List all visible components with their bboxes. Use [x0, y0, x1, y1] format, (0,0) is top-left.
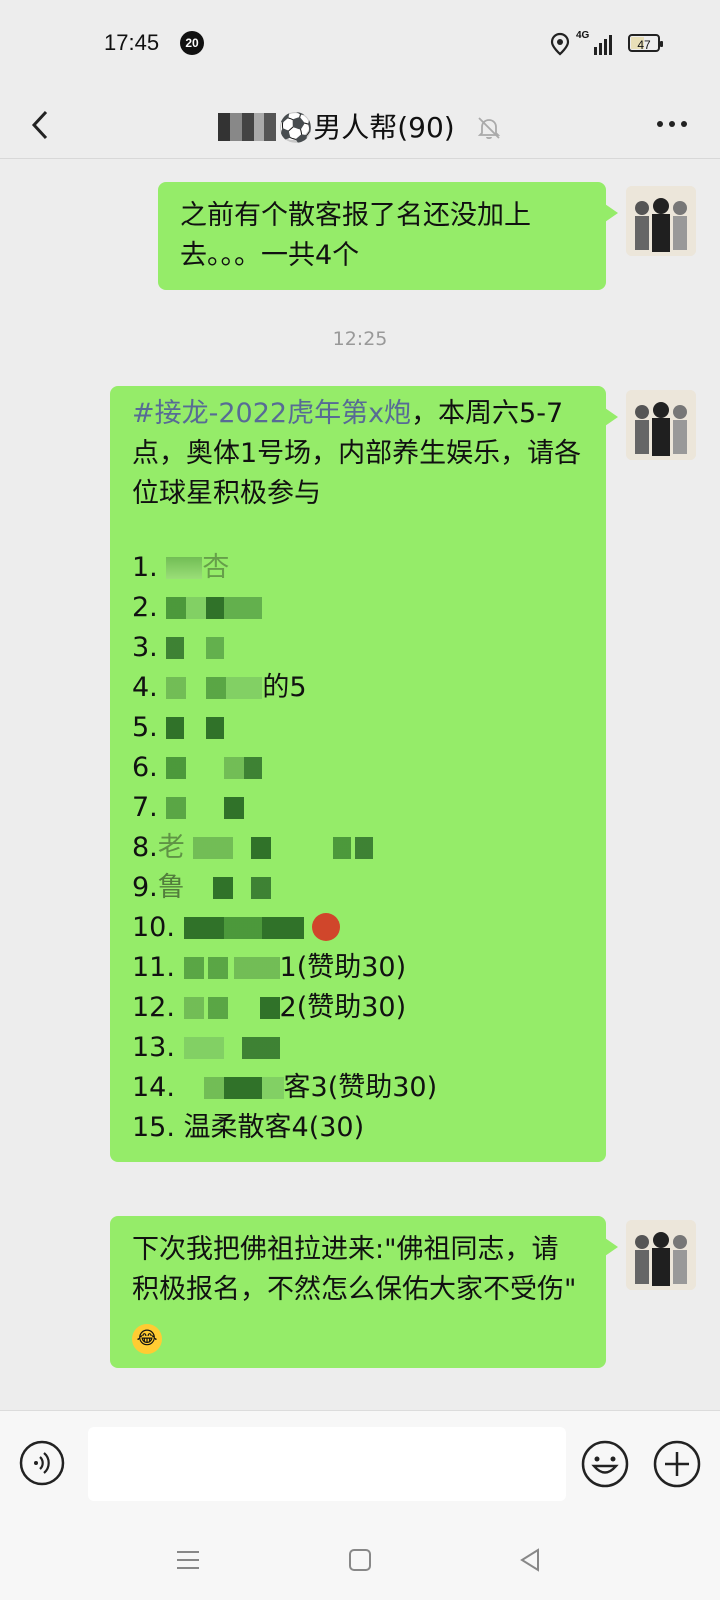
- avatar-photo-icon: [626, 390, 696, 460]
- laugh-cry-emoji-icon: 😂: [132, 1324, 162, 1354]
- emoji-picker-icon[interactable]: [580, 1439, 630, 1489]
- notification-count-badge: 20: [180, 31, 204, 55]
- list-item: 15. 温柔散客4(30): [132, 1112, 365, 1143]
- battery-level: 47: [637, 38, 651, 52]
- list-item: 11. 1(赞助30): [132, 952, 407, 983]
- announcement-text: #接龙-2022虎年第x炮，本周六5-7点，奥体1号场，内部养生娱乐，请各位球星…: [132, 394, 584, 514]
- location-icon: [550, 32, 570, 56]
- message-bubble-3[interactable]: 下次我把佛祖拉进来:"佛祖同志，请积极报名，不然怎么保佑大家不受伤" 😂: [110, 1216, 618, 1368]
- message-text: 之前有个散客报了名还没加上去。。。一共4个: [180, 200, 531, 271]
- list-item: 8.老: [132, 828, 584, 868]
- chat-input-bar: [0, 1410, 720, 1521]
- avatar[interactable]: [626, 186, 696, 256]
- list-item: 10.: [132, 908, 584, 948]
- signup-list: 1. 杏 2. 3. 4. 的5 5. 6. 7. 8.老 9.鲁 10. 11…: [132, 548, 584, 1148]
- hashtag-link[interactable]: #接龙-2022虎年第x炮: [132, 398, 411, 429]
- message-bubble-2[interactable]: #接龙-2022虎年第x炮，本周六5-7点，奥体1号场，内部养生娱乐，请各位球星…: [110, 386, 618, 1162]
- list-item: 14. 客3(赞助30): [132, 1072, 438, 1103]
- list-item: 13.: [132, 1028, 584, 1068]
- list-item: 3.: [132, 628, 584, 668]
- battery-indicator: 47: [628, 34, 663, 52]
- chat-title-wrap: ⚽男人帮(90): [0, 106, 720, 146]
- list-item: 12. 2(赞助30): [132, 992, 407, 1023]
- system-navigation-bar: [0, 1520, 720, 1600]
- menu-icon[interactable]: [174, 1546, 202, 1574]
- status-bar: 17:45 20 4G 47: [0, 0, 720, 90]
- signal-icon: [594, 35, 612, 55]
- more-actions-plus-icon[interactable]: [652, 1439, 702, 1489]
- list-item: 1. 杏: [132, 552, 230, 583]
- message-text: 下次我把佛祖拉进来:"佛祖同志，请积极报名，不然怎么保佑大家不受伤": [132, 1234, 577, 1305]
- message-input[interactable]: [88, 1427, 566, 1501]
- list-item: 2.: [132, 588, 584, 628]
- message-timestamp: 12:25: [332, 328, 388, 350]
- list-item: 4. 的5: [132, 672, 307, 703]
- status-time: 17:45: [104, 30, 160, 55]
- avatar-photo-icon: [626, 1220, 696, 1290]
- list-item: 9.鲁: [132, 868, 584, 908]
- home-icon[interactable]: [346, 1546, 374, 1574]
- avatar-photo-icon: [626, 186, 696, 256]
- list-item: 5.: [132, 708, 584, 748]
- more-options-icon[interactable]: [654, 100, 690, 140]
- back-triangle-icon[interactable]: [516, 1546, 544, 1574]
- chat-title: ⚽男人帮(90): [278, 111, 455, 144]
- message-bubble-1[interactable]: 之前有个散客报了名还没加上去。。。一共4个: [158, 182, 618, 290]
- list-item: 7.: [132, 788, 584, 828]
- header-divider: [0, 158, 720, 159]
- avatar[interactable]: [626, 390, 696, 460]
- list-item: 6.: [132, 748, 584, 788]
- pig-emoji-icon: [312, 913, 341, 941]
- title-redacted-block: [218, 113, 277, 141]
- voice-input-icon[interactable]: [18, 1439, 66, 1487]
- mute-bell-icon: [477, 117, 500, 140]
- avatar[interactable]: [626, 1220, 696, 1290]
- chat-header: ⚽男人帮(90): [0, 90, 720, 160]
